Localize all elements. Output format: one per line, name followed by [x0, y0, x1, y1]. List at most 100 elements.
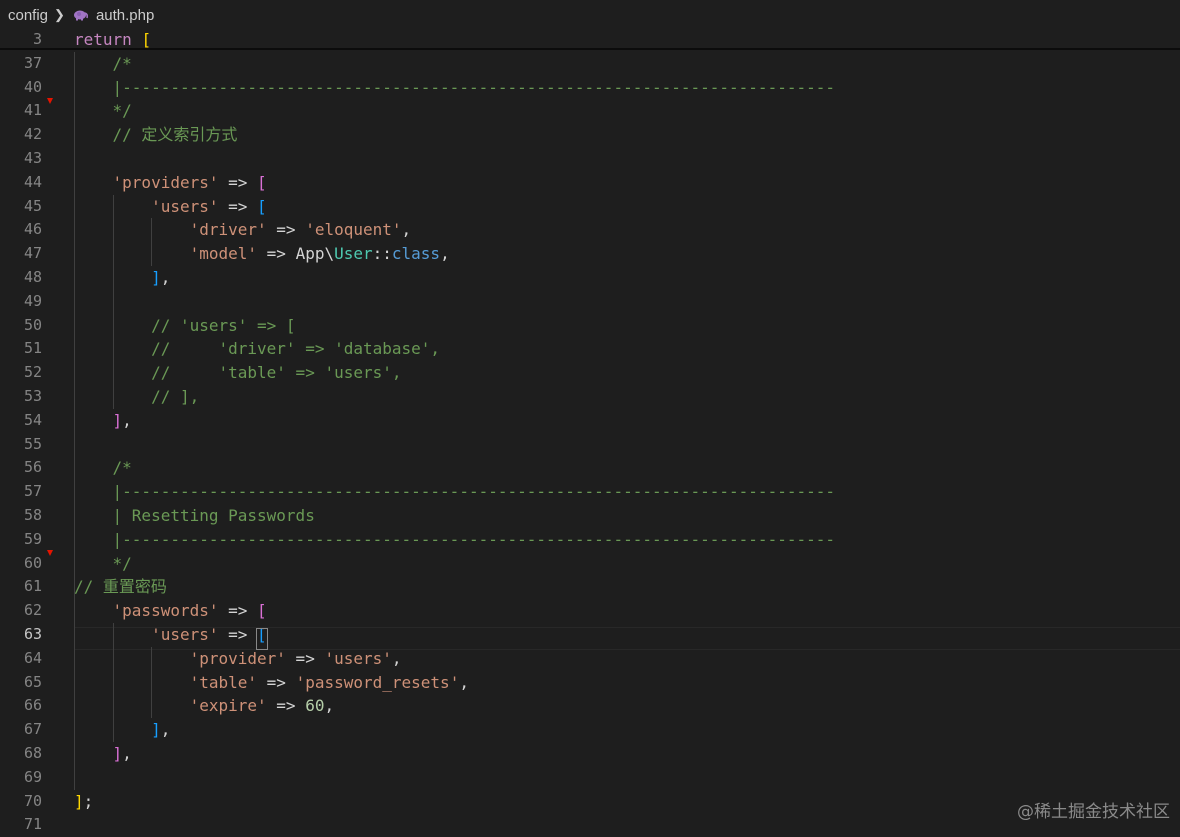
code-line[interactable]: 67 ],: [0, 718, 1180, 742]
line-code: |---------------------------------------…: [74, 528, 835, 552]
code-token: // 'users' => [: [151, 315, 296, 335]
code-line[interactable]: 62 'passwords' => [: [0, 599, 1180, 623]
line-number: 56: [23, 458, 42, 477]
code-token: // 'table' => 'users',: [151, 363, 402, 383]
code-line[interactable]: 44 'providers' => [: [0, 171, 1180, 195]
code-line[interactable]: 41 */: [0, 99, 1180, 123]
code-line[interactable]: 66 'expire' => 60,: [0, 694, 1180, 718]
code-line[interactable]: 46 'driver' => 'eloquent',: [0, 218, 1180, 242]
code-token: 'expire': [189, 696, 267, 716]
line-number: 68: [23, 744, 42, 762]
breadcrumb: config ❯ auth.php: [0, 0, 1180, 30]
code-line[interactable]: 57 |------------------------------------…: [0, 480, 1180, 504]
code-line[interactable]: 49: [0, 290, 1180, 314]
code-line[interactable]: 63 'users' => [: [0, 623, 1180, 647]
line-number: 48: [23, 268, 42, 286]
line-code: ],: [74, 409, 132, 433]
line-number: 71: [23, 815, 42, 834]
code-line[interactable]: 53 // ],: [0, 385, 1180, 409]
line-number: 53: [23, 387, 42, 405]
code-line[interactable]: 71: [0, 813, 1180, 837]
code-token: =>: [257, 672, 296, 692]
code-line[interactable]: 51 // 'driver' => 'database',: [0, 337, 1180, 361]
line-code: // 'table' => 'users',: [74, 361, 402, 385]
breadcrumb-file[interactable]: auth.php: [96, 7, 154, 24]
line-code: // ],: [74, 385, 199, 409]
code-line[interactable]: 68 ],: [0, 742, 1180, 766]
watermark: @稀土掘金技术社区: [1017, 802, 1170, 822]
code-line[interactable]: 55: [0, 433, 1180, 457]
code-token: ]: [74, 791, 84, 811]
code-token: User: [334, 244, 373, 264]
line-code: // 定义索引方式: [74, 123, 238, 147]
code-token: | Resetting Passwords: [112, 506, 315, 525]
code-token: |---------------------------------------…: [112, 482, 835, 502]
code-line[interactable]: 65 'table' => 'password_resets',: [0, 671, 1180, 695]
code-line[interactable]: 64 'provider' => 'users',: [0, 647, 1180, 671]
code-token: ,: [401, 220, 412, 240]
code-line[interactable]: 59 |------------------------------------…: [0, 528, 1180, 552]
code-line[interactable]: 58 | Resetting Passwords: [0, 504, 1180, 528]
code-token: =>: [218, 601, 258, 621]
code-line[interactable]: 61 // 重置密码: [0, 575, 1180, 599]
line-number: 46: [23, 220, 42, 239]
line-code: |---------------------------------------…: [74, 76, 835, 100]
line-number: 49: [23, 291, 42, 310]
code-line[interactable]: 60 */: [0, 552, 1180, 576]
line-number: 44: [23, 172, 42, 191]
code-token: */: [112, 553, 132, 573]
code-editor[interactable]: 3 return [37 /* 40 |----------------------…: [0, 28, 1180, 833]
line-code: | Resetting Passwords: [74, 504, 315, 528]
code-line[interactable]: 48 ],: [0, 266, 1180, 290]
code-line[interactable]: 43: [0, 147, 1180, 171]
code-token: */: [112, 101, 132, 121]
fold-marker-icon[interactable]: [47, 98, 53, 104]
code-line[interactable]: 54 ],: [0, 409, 1180, 433]
code-token: 'table': [189, 672, 258, 692]
code-line[interactable]: 45 'users' => [: [0, 195, 1180, 219]
chevron-right-icon: ❯: [54, 7, 65, 22]
code-line[interactable]: 50 // 'users' => [: [0, 314, 1180, 338]
code-line[interactable]: 52 // 'table' => 'users',: [0, 361, 1180, 385]
code-token: ,: [459, 672, 469, 692]
code-token: =>: [266, 696, 306, 716]
code-token: ,: [160, 268, 171, 287]
code-token: ]: [151, 720, 161, 740]
code-token: [: [257, 601, 267, 621]
line-code: 'table' => 'password_resets',: [74, 671, 469, 695]
code-token: ,: [440, 244, 450, 264]
fold-marker-icon[interactable]: [47, 550, 53, 556]
code-token: =>: [285, 648, 325, 668]
line-number: 63: [23, 625, 42, 643]
code-line[interactable]: 69: [0, 766, 1180, 790]
code-line[interactable]: 56 /*: [0, 456, 1180, 480]
line-number: 42: [23, 125, 42, 144]
code-line[interactable]: 40 |------------------------------------…: [0, 76, 1180, 100]
code-token: 'driver': [189, 220, 267, 240]
code-line[interactable]: 70];: [0, 790, 1180, 814]
breadcrumb-folder[interactable]: config: [8, 7, 48, 24]
code-line[interactable]: 47 'model' => App\User::class,: [0, 242, 1180, 266]
code-line[interactable]: 42 // 定义索引方式: [0, 123, 1180, 147]
line-code: 'providers' => [: [74, 171, 267, 195]
code-token: [: [257, 196, 267, 216]
line-code: /*: [74, 52, 132, 76]
code-line[interactable]: 37 /*: [0, 52, 1180, 76]
line-number: 50: [23, 315, 42, 334]
